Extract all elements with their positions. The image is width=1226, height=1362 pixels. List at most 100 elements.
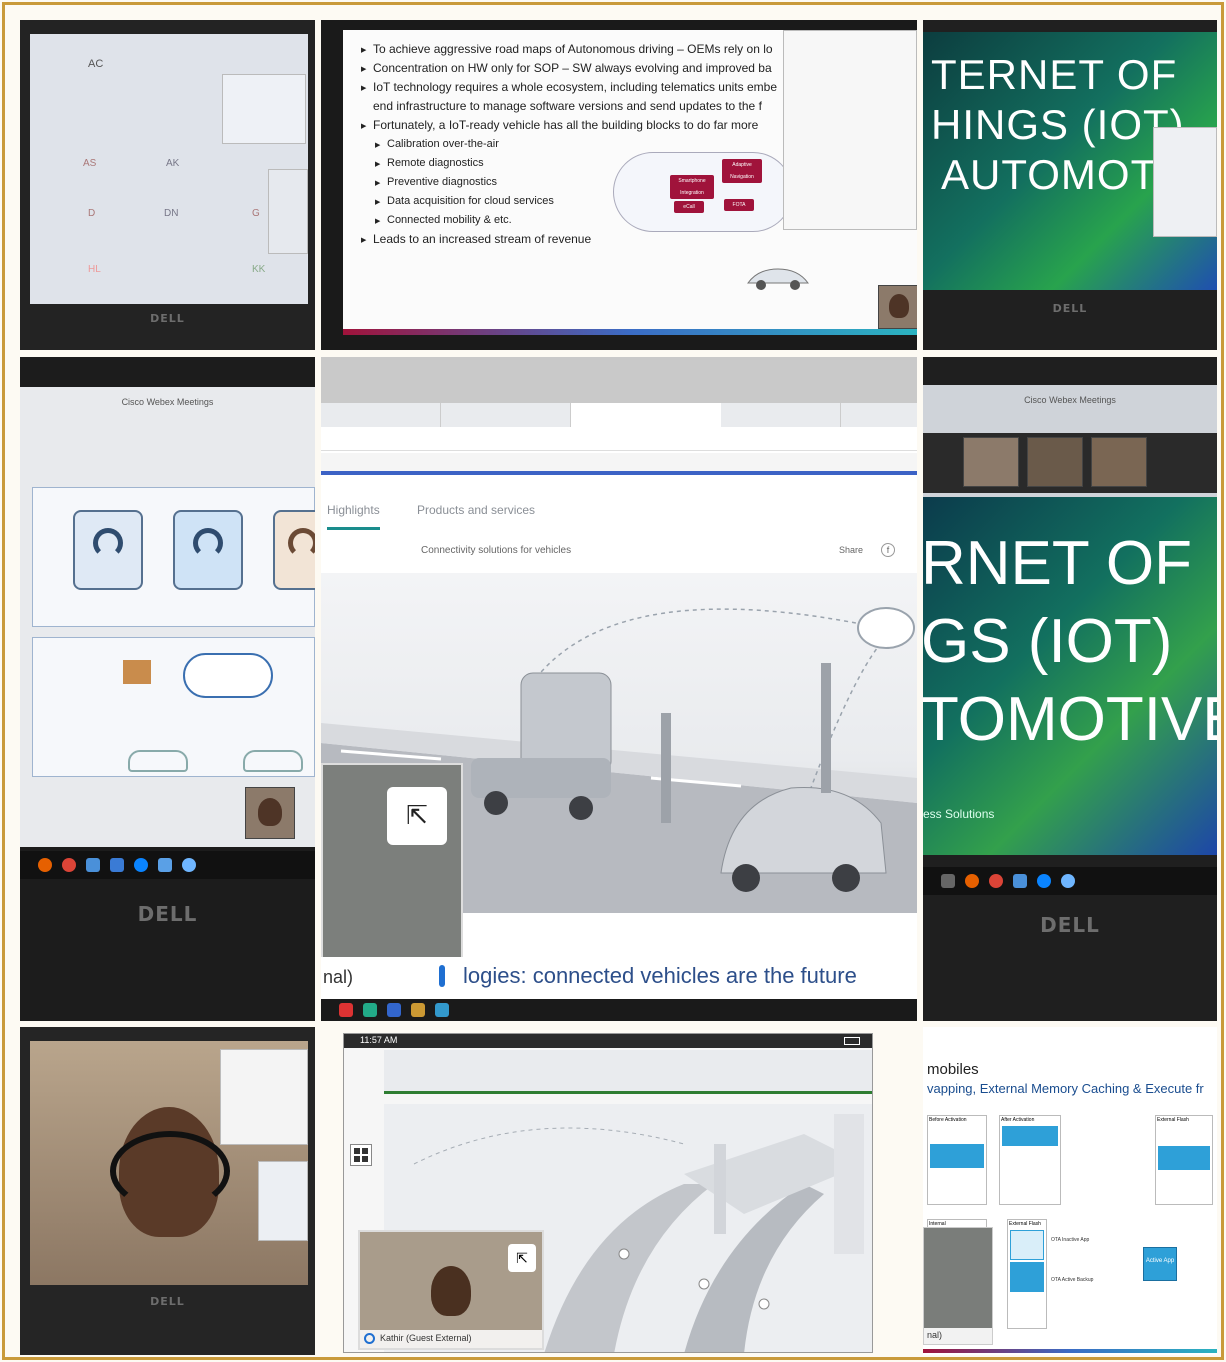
webex-title: Cisco Webex Meetings xyxy=(121,397,214,407)
tile-ota-architecture: Cisco Webex Meetings DELL xyxy=(20,357,315,1021)
app-icon[interactable] xyxy=(110,858,124,872)
memory-box: External Flash xyxy=(1007,1219,1047,1329)
presenter-head xyxy=(258,798,282,826)
address-bar[interactable] xyxy=(321,429,917,451)
slide-accent-bar xyxy=(923,1349,1217,1353)
browser-top-strip xyxy=(321,357,917,403)
browser-tab[interactable] xyxy=(721,403,841,427)
participants-panel xyxy=(783,30,917,230)
firefox-icon[interactable] xyxy=(965,874,979,888)
edge-icon[interactable] xyxy=(134,858,148,872)
webex-status-icon xyxy=(364,1333,375,1344)
diagram-chip: Adaptive Navigation xyxy=(722,159,762,183)
store-icon[interactable] xyxy=(158,858,172,872)
file-icon[interactable] xyxy=(86,858,100,872)
memory-block-active xyxy=(1158,1146,1210,1170)
tile-connected-vehicles: Highlights Products and services Connect… xyxy=(321,357,917,1021)
self-view-name-bar: nal) xyxy=(924,1328,992,1344)
title-slide-lines: RNET OF GS (IOT) TOMOTIVE xyxy=(923,525,1217,759)
browser-tab[interactable] xyxy=(441,403,571,427)
tab-products[interactable]: Products and services xyxy=(417,503,535,517)
participant-name: D xyxy=(88,208,96,219)
battery-icon xyxy=(844,1037,860,1045)
share-button[interactable]: Share xyxy=(839,545,863,555)
tile-presenter-webcam: DELL xyxy=(20,1027,315,1355)
self-view-label: nal) xyxy=(927,1330,943,1340)
windows-taskbar xyxy=(923,867,1217,895)
participant-name: AS xyxy=(83,158,97,169)
taskbar-icon[interactable] xyxy=(435,1003,449,1017)
memory-block-active xyxy=(1002,1126,1058,1146)
title-line: AUTOMOT xyxy=(941,151,1158,198)
participants-panel xyxy=(268,169,308,254)
memory-block-active xyxy=(930,1144,984,1168)
slide-bullet: To achieve aggressive road maps of Auton… xyxy=(361,40,781,60)
taskbar-icon[interactable] xyxy=(411,1003,425,1017)
car-icon xyxy=(243,750,303,772)
firefox-icon[interactable] xyxy=(38,858,52,872)
slide-accent-bar xyxy=(343,329,917,335)
participant-name: AC xyxy=(88,58,104,70)
car-icon xyxy=(128,750,188,772)
memory-box-label: OTA Inactive App xyxy=(1051,1237,1090,1243)
participant-grid-screen: AC AS AK D DN G HL KK xyxy=(30,34,308,304)
memory-box: External Flash xyxy=(1155,1115,1213,1205)
tab-highlights[interactable]: Highlights xyxy=(327,503,380,530)
chrome-icon[interactable] xyxy=(989,874,1003,888)
shared-slide xyxy=(220,1049,308,1145)
slide-screen: To achieve aggressive road maps of Auton… xyxy=(343,30,917,335)
taskbar-icon[interactable] xyxy=(339,1003,353,1017)
facebook-icon[interactable]: f xyxy=(881,543,895,557)
bookmarks-bar xyxy=(321,453,917,475)
windows-taskbar xyxy=(20,851,315,879)
memory-box-label: External Flash xyxy=(1157,1117,1189,1123)
presenter-head xyxy=(889,294,909,318)
exit-fullscreen-button[interactable]: ⇱ xyxy=(508,1244,536,1272)
participant-name: G xyxy=(252,208,260,219)
slide-footer: ess Solutions xyxy=(923,807,995,821)
webex-icon[interactable] xyxy=(1061,874,1075,888)
title-line: TOMOTIVE xyxy=(923,685,1217,754)
title-slide: RNET OF GS (IOT) TOMOTIVE ess Solutions xyxy=(923,497,1217,855)
webex-icon[interactable] xyxy=(182,858,196,872)
participant-grid: AC AS AK D DN G HL KK xyxy=(38,56,265,296)
participant-name: Kathir (Guest External) xyxy=(380,1333,472,1343)
tablet-screen: 11:57 AM ⇱ Kathir (Guest External) xyxy=(343,1033,873,1353)
windows-taskbar xyxy=(321,999,917,1021)
video-strip xyxy=(923,433,1217,493)
taskbar-icon[interactable] xyxy=(387,1003,401,1017)
self-view-video: nal) xyxy=(923,1227,993,1345)
file-icon[interactable] xyxy=(1013,874,1027,888)
exit-fullscreen-button[interactable]: ⇱ xyxy=(387,787,447,845)
browser-tab-active[interactable] xyxy=(571,403,721,427)
memory-box: Before Activation xyxy=(927,1115,987,1205)
webex-screen: Cisco Webex Meetings xyxy=(20,387,315,847)
breadcrumb-current[interactable]: Connectivity solutions for vehicles xyxy=(421,545,571,556)
participant-video xyxy=(963,437,1019,487)
memory-box-label: OTA Active Backup xyxy=(1051,1277,1094,1283)
self-view-label: nal) xyxy=(323,967,354,987)
slide-bullet-continuation: end infrastructure to manage software ve… xyxy=(373,99,762,113)
dell-logo: DELL xyxy=(150,312,185,325)
slide-bullet: IoT technology requires a whole ecosyste… xyxy=(361,78,781,98)
presenter-video xyxy=(245,787,295,839)
dell-logo: DELL xyxy=(1040,913,1100,937)
collage-frame: AC AS AK D DN G HL KK DELL To achieve ag… xyxy=(2,2,1224,1360)
headset-icon xyxy=(110,1131,230,1211)
memory-block-active xyxy=(1010,1262,1044,1292)
taskbar-icon[interactable] xyxy=(363,1003,377,1017)
slide-bullet: Fortunately, a IoT-ready vehicle has all… xyxy=(361,116,781,136)
tile-participant-grid: AC AS AK D DN G HL KK DELL xyxy=(20,20,315,350)
edge-icon[interactable] xyxy=(1037,874,1051,888)
popup-window xyxy=(222,74,306,144)
mic-icon[interactable] xyxy=(439,965,445,987)
diagram-chip: eCall xyxy=(674,201,704,213)
home-button[interactable] xyxy=(350,1144,372,1166)
tile-webex-iot-title: Cisco Webex Meetings RNET OF GS (IOT) TO… xyxy=(923,357,1217,1021)
browser-tab[interactable] xyxy=(321,403,441,427)
grid-square xyxy=(362,1148,368,1154)
slide-subheading: vapping, External Memory Caching & Execu… xyxy=(927,1081,1204,1096)
tile-tablet-smart-city: 11:57 AM ⇱ Kathir (Guest External) xyxy=(321,1027,917,1355)
chrome-icon[interactable] xyxy=(62,858,76,872)
taskbar-icon[interactable] xyxy=(941,874,955,888)
